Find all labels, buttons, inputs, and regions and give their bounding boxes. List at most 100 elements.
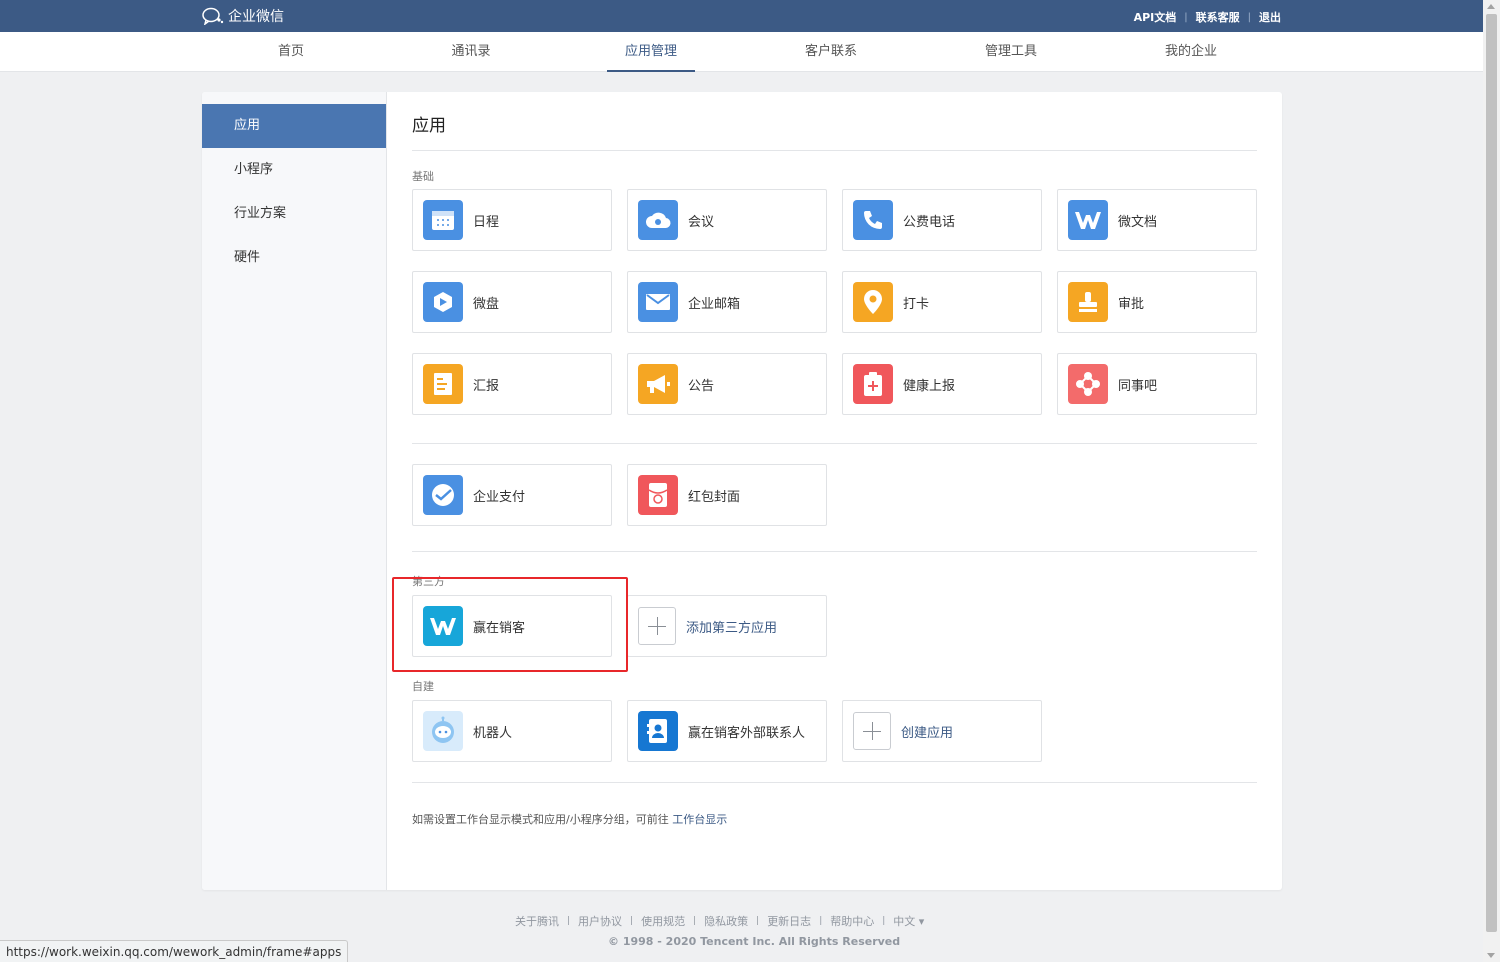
app-label: 企业支付 xyxy=(473,489,526,505)
top-bar: 企业微信 API文档 | 联系客服 | 退出 xyxy=(0,0,1483,32)
plus-icon xyxy=(638,607,676,645)
app-card-enterprise-mail[interactable]: 企业邮箱 xyxy=(627,271,827,333)
phone-icon xyxy=(853,200,893,240)
divider: | xyxy=(1247,11,1251,23)
app-card-announcement[interactable]: 公告 xyxy=(627,353,827,415)
app-card-schedule[interactable]: 日程 xyxy=(412,189,612,251)
app-label: 机器人 xyxy=(473,725,513,741)
nav-contacts[interactable]: 通讯录 xyxy=(427,32,515,72)
status-bar-url: https://work.weixin.qq.com/wework_admin/… xyxy=(0,940,349,962)
language-selector[interactable]: 中文 ▾ xyxy=(893,913,924,929)
create-app-label: 创建应用 xyxy=(901,725,954,741)
divider: | xyxy=(693,916,697,926)
content-panel: 应用 小程序 行业方案 硬件 应用 基础 日程 会议 公费电话 微文档 微盘 企… xyxy=(202,92,1282,890)
brand-name: 企业微信 xyxy=(228,9,284,25)
app-label: 打卡 xyxy=(903,296,930,312)
health-clipboard-icon xyxy=(853,364,893,404)
top-links: API文档 | 联系客服 | 退出 xyxy=(1134,9,1281,25)
app-card-report[interactable]: 汇报 xyxy=(412,353,612,415)
nav-app-management[interactable]: 应用管理 xyxy=(607,32,695,72)
app-card-drive[interactable]: 微盘 xyxy=(412,271,612,333)
app-label: 企业邮箱 xyxy=(688,296,741,312)
add-third-party-app-button[interactable]: 添加第三方应用 xyxy=(627,595,827,657)
plus-icon xyxy=(853,712,891,750)
app-card-health-report[interactable]: 健康上报 xyxy=(842,353,1042,415)
logout-link[interactable]: 退出 xyxy=(1259,9,1281,25)
workbench-footnote: 如需设置工作台显示模式和应用/小程序分组，可前往 工作台显示 xyxy=(412,811,727,827)
app-card-red-envelope-cover[interactable]: 红包封面 xyxy=(627,464,827,526)
app-card-external-contacts[interactable]: 赢在销客外部联系人 xyxy=(627,700,827,762)
app-label: 汇报 xyxy=(473,378,500,394)
brand-logo[interactable]: 企业微信 xyxy=(202,6,284,26)
cloud-icon xyxy=(638,200,678,240)
app-label: 赢在销客外部联系人 xyxy=(688,725,806,741)
app-card-approval[interactable]: 审批 xyxy=(1057,271,1257,333)
app-label: 同事吧 xyxy=(1118,378,1158,394)
divider: | xyxy=(567,916,571,926)
copyright: © 1998 - 2020 Tencent Inc. All Rights Re… xyxy=(608,935,901,948)
robot-icon xyxy=(423,711,463,751)
app-label: 红包封面 xyxy=(688,489,741,505)
app-label: 微盘 xyxy=(473,296,500,312)
nav-home[interactable]: 首页 xyxy=(247,32,335,72)
footer-user-agreement-link[interactable]: 用户协议 xyxy=(578,913,622,929)
app-card-checkin[interactable]: 打卡 xyxy=(842,271,1042,333)
footer-about-link[interactable]: 关于腾讯 xyxy=(515,913,559,929)
divider: | xyxy=(630,916,634,926)
api-docs-link[interactable]: API文档 xyxy=(1134,9,1177,25)
divider xyxy=(412,551,1257,552)
app-card-wedoc[interactable]: 微文档 xyxy=(1057,189,1257,251)
nav-management-tools[interactable]: 管理工具 xyxy=(967,32,1055,72)
section-label-custom: 自建 xyxy=(412,680,434,693)
create-app-button[interactable]: 创建应用 xyxy=(842,700,1042,762)
wework-logo-icon xyxy=(202,7,224,25)
app-label: 日程 xyxy=(473,214,500,230)
footer-changelog-link[interactable]: 更新日志 xyxy=(767,913,811,929)
divider xyxy=(412,782,1257,783)
app-label: 审批 xyxy=(1118,296,1145,312)
nav-my-company[interactable]: 我的企业 xyxy=(1147,32,1235,72)
app-label: 公告 xyxy=(688,378,715,394)
divider: | xyxy=(819,916,823,926)
divider: | xyxy=(756,916,760,926)
sidebar-item-industry-solutions[interactable]: 行业方案 xyxy=(202,192,386,236)
sidebar-item-apps[interactable]: 应用 xyxy=(202,104,386,148)
scroll-up-icon[interactable] xyxy=(1487,4,1495,9)
contact-support-link[interactable]: 联系客服 xyxy=(1196,9,1240,25)
nav-customer-contact[interactable]: 客户联系 xyxy=(787,32,875,72)
contact-card-icon xyxy=(638,711,678,751)
add-third-party-label: 添加第三方应用 xyxy=(686,620,778,636)
report-icon xyxy=(423,364,463,404)
footer-help-link[interactable]: 帮助中心 xyxy=(830,913,874,929)
footer-links: 关于腾讯 | 用户协议 | 使用规范 | 隐私政策 | 更新日志 | 帮助中心 … xyxy=(515,913,924,929)
divider xyxy=(412,443,1257,444)
footnote-text: 如需设置工作台显示模式和应用/小程序分组，可前往 xyxy=(412,813,669,826)
sidebar-item-mini-programs[interactable]: 小程序 xyxy=(202,148,386,192)
stamp-icon xyxy=(1068,282,1108,322)
colleague-network-icon xyxy=(1068,364,1108,404)
scroll-down-icon[interactable] xyxy=(1487,953,1495,958)
pay-icon xyxy=(423,475,463,515)
app-label: 公费电话 xyxy=(903,214,956,230)
footer-usage-rules-link[interactable]: 使用规范 xyxy=(641,913,685,929)
megaphone-icon xyxy=(638,364,678,404)
footer-privacy-link[interactable]: 隐私政策 xyxy=(704,913,748,929)
sidebar-item-hardware[interactable]: 硬件 xyxy=(202,236,386,280)
main-nav: 首页 通讯录 应用管理 客户联系 管理工具 我的企业 xyxy=(0,32,1483,72)
highlight-box xyxy=(392,577,628,672)
drive-icon xyxy=(423,282,463,322)
scrollbar-thumb[interactable] xyxy=(1486,14,1497,932)
app-label: 健康上报 xyxy=(903,378,956,394)
app-card-public-phone[interactable]: 公费电话 xyxy=(842,189,1042,251)
section-label-basic: 基础 xyxy=(412,170,434,183)
app-card-meeting[interactable]: 会议 xyxy=(627,189,827,251)
workbench-display-link[interactable]: 工作台显示 xyxy=(672,813,727,826)
app-card-colleague-bar[interactable]: 同事吧 xyxy=(1057,353,1257,415)
red-envelope-icon xyxy=(638,475,678,515)
divider: | xyxy=(882,916,886,926)
page-scrollbar[interactable] xyxy=(1483,0,1500,962)
app-card-enterprise-pay[interactable]: 企业支付 xyxy=(412,464,612,526)
divider xyxy=(412,150,1257,151)
app-card-robot[interactable]: 机器人 xyxy=(412,700,612,762)
sidebar: 应用 小程序 行业方案 硬件 xyxy=(202,92,387,890)
